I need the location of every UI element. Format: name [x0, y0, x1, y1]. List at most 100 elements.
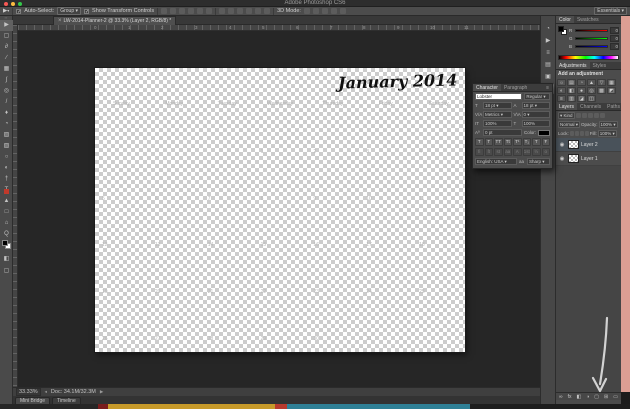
- tab-mini-bridge[interactable]: Mini Bridge: [15, 397, 51, 404]
- vibrance-adjustment-icon[interactable]: ▽: [597, 79, 606, 86]
- workspace-switcher[interactable]: Essentials ▾: [594, 7, 627, 15]
- clone-stamp-tool[interactable]: ♦: [0, 108, 13, 119]
- 3d-scale-icon[interactable]: [339, 8, 346, 14]
- visibility-eye-icon[interactable]: ◉: [558, 142, 566, 148]
- levels-adjustment-icon[interactable]: ▤: [567, 79, 576, 86]
- color-panel-swatches[interactable]: [558, 26, 567, 35]
- distribute-right-icon[interactable]: [264, 8, 271, 14]
- leading-field[interactable]: 18 pt ▾: [521, 102, 550, 109]
- blue-value-field[interactable]: 0: [610, 43, 619, 50]
- color-swatches[interactable]: [2, 240, 11, 249]
- align-right-icon[interactable]: [179, 8, 186, 14]
- lock-transparent-icon[interactable]: [569, 131, 574, 136]
- distribute-top-icon[interactable]: [219, 8, 226, 14]
- delete-layer-icon[interactable]: ▭: [613, 394, 618, 400]
- strikethrough-button[interactable]: Ŧ: [541, 138, 550, 146]
- layer-group-icon[interactable]: ▢: [594, 394, 599, 400]
- font-style-field[interactable]: Regular ▾: [524, 93, 550, 100]
- align-top-icon[interactable]: [188, 8, 195, 14]
- black-white-adjustment-icon[interactable]: ◧: [567, 87, 576, 94]
- canvas-viewport[interactable]: January 2014 Sunday Monday Tuesday Wednesd…: [18, 31, 540, 387]
- healing-brush-tool[interactable]: ◎: [0, 86, 13, 97]
- auto-select-dropdown[interactable]: Group ▾: [57, 7, 82, 15]
- document-canvas[interactable]: January 2014 Sunday Monday Tuesday Wednesd…: [95, 68, 465, 352]
- tracking-field[interactable]: 0 ▾: [521, 111, 550, 118]
- superscript-button[interactable]: T¹: [513, 138, 522, 146]
- contextual-alternates-button[interactable]: ſt: [484, 148, 493, 156]
- eyedropper-tool[interactable]: ∫: [0, 75, 13, 86]
- history-panel-icon[interactable]: ◔: [542, 24, 554, 34]
- brush-presets-panel-icon[interactable]: ▤: [542, 60, 554, 70]
- photo-filter-adjustment-icon[interactable]: ●: [577, 87, 586, 94]
- 3d-drag-icon[interactable]: [321, 8, 328, 14]
- layer-row-layer-1[interactable]: ◉ Layer 1: [556, 152, 621, 166]
- screen-mode-icon[interactable]: ▢: [0, 266, 13, 277]
- layer-name[interactable]: Layer 2: [581, 142, 598, 148]
- language-dropdown[interactable]: English: USA ▾: [475, 158, 517, 165]
- dodge-tool[interactable]: ◐: [0, 163, 13, 174]
- close-tab-icon[interactable]: ×: [58, 18, 62, 24]
- opacity-field[interactable]: 100% ▾: [598, 121, 618, 128]
- red-slider[interactable]: [575, 29, 608, 32]
- document-tab[interactable]: × LW-2014-Planner-2 @ 33.3% (Layer 2, RG…: [53, 16, 177, 25]
- tab-channels[interactable]: Channels: [577, 103, 604, 110]
- color-lookup-adjustment-icon[interactable]: ▩: [597, 87, 606, 94]
- marquee-tool[interactable]: ▢: [0, 31, 13, 42]
- gradient-map-adjustment-icon[interactable]: ◫: [587, 95, 596, 102]
- layer-mask-icon[interactable]: ◧: [577, 394, 582, 400]
- color-ramp[interactable]: [558, 55, 619, 60]
- posterize-adjustment-icon[interactable]: ≡: [557, 95, 566, 102]
- brightness-adjustment-icon[interactable]: ☼: [557, 79, 566, 86]
- channel-mixer-adjustment-icon[interactable]: ◎: [587, 87, 596, 94]
- pen-tool[interactable]: †: [0, 174, 13, 185]
- green-slider[interactable]: [575, 37, 608, 40]
- layer-thumbnail[interactable]: [568, 154, 579, 163]
- zoom-tool[interactable]: Q: [0, 229, 13, 240]
- threshold-adjustment-icon[interactable]: ▥: [567, 95, 576, 102]
- distribute-left-icon[interactable]: [246, 8, 253, 14]
- tab-swatches[interactable]: Swatches: [574, 16, 602, 23]
- layer-filter-dropdown[interactable]: ▾ Kind: [558, 112, 575, 119]
- hand-tool[interactable]: ⌂: [0, 218, 13, 229]
- align-middle-icon[interactable]: [197, 8, 204, 14]
- faux-italic-button[interactable]: T: [484, 138, 493, 146]
- hue-saturation-adjustment-icon[interactable]: ▦: [607, 79, 616, 86]
- layer-name[interactable]: Layer 1: [581, 156, 598, 162]
- foreground-color-swatch[interactable]: [2, 240, 8, 246]
- quick-mask-icon[interactable]: ◧: [0, 254, 13, 265]
- stylistic-alternates-button[interactable]: A: [513, 148, 522, 156]
- tab-layers[interactable]: Layers: [556, 103, 578, 110]
- distribute-bottom-icon[interactable]: [237, 8, 244, 14]
- eraser-tool[interactable]: ▨: [0, 130, 13, 141]
- zoom-level-field[interactable]: 33.33%: [16, 388, 41, 396]
- distribute-middle-icon[interactable]: [228, 8, 235, 14]
- layer-thumbnail[interactable]: [568, 140, 579, 149]
- red-value-field[interactable]: 0: [610, 27, 619, 34]
- tab-adjustments[interactable]: Adjustments: [556, 62, 590, 69]
- align-center-icon[interactable]: [170, 8, 177, 14]
- new-layer-icon[interactable]: ⊞: [604, 394, 608, 400]
- baseline-shift-field[interactable]: 0 pt: [483, 129, 522, 136]
- fractions-button[interactable]: o: [541, 148, 550, 156]
- shape-tool[interactable]: □: [0, 207, 13, 218]
- green-value-field[interactable]: 0: [610, 35, 619, 42]
- selective-color-adjustment-icon[interactable]: ◪: [577, 95, 586, 102]
- brush-tool[interactable]: /: [0, 97, 13, 108]
- adjustment-layer-icon[interactable]: ◑: [586, 394, 589, 400]
- path-selection-tool[interactable]: ▲: [0, 196, 13, 207]
- anti-alias-dropdown[interactable]: Sharp ▾: [527, 158, 550, 165]
- clone-source-panel-icon[interactable]: ▣: [542, 72, 554, 82]
- lasso-tool[interactable]: ∂: [0, 42, 13, 53]
- tab-color[interactable]: Color: [556, 16, 574, 23]
- layer-row-layer-2[interactable]: ◉ Layer 2: [556, 138, 621, 152]
- kerning-field[interactable]: Metrics ▾: [483, 111, 512, 118]
- align-bottom-icon[interactable]: [206, 8, 213, 14]
- link-layers-icon[interactable]: ∞: [559, 394, 563, 400]
- filter-adjustment-icon[interactable]: [581, 113, 587, 118]
- quick-selection-tool[interactable]: ∕: [0, 53, 13, 64]
- actions-panel-icon[interactable]: ▶: [542, 36, 554, 46]
- show-transform-checkbox[interactable]: ✓: [84, 8, 89, 14]
- swash-button[interactable]: aa: [503, 148, 512, 156]
- visibility-eye-icon[interactable]: ◉: [558, 156, 566, 162]
- 3d-rotate-icon[interactable]: [303, 8, 310, 14]
